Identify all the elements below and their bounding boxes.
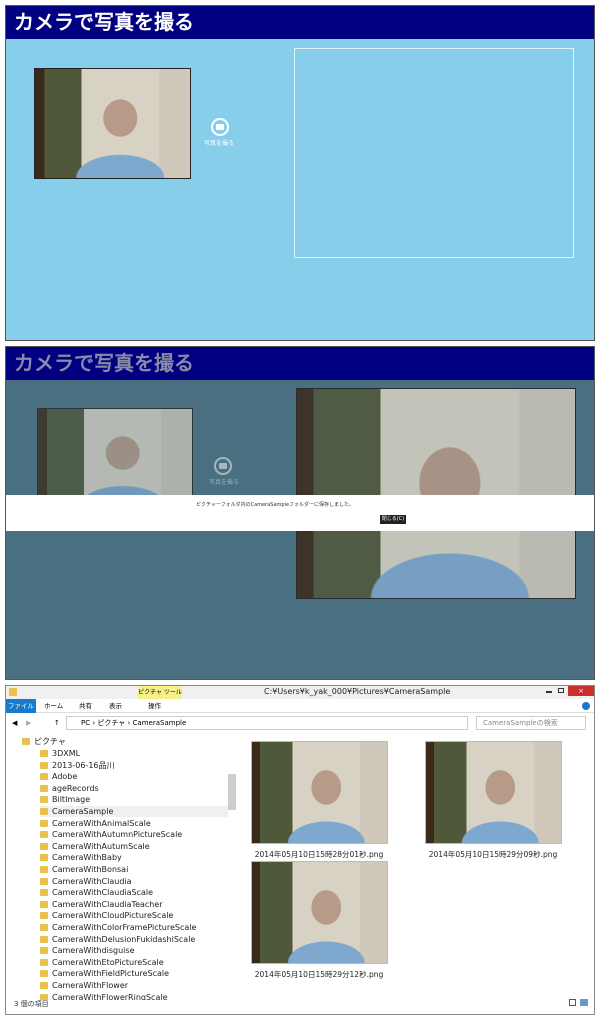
folder-icon	[40, 842, 48, 850]
back-button[interactable]: ◀	[12, 715, 17, 731]
capture-label[interactable]: 写真を撮る	[204, 138, 234, 147]
captured-photo	[296, 388, 576, 599]
tree-item[interactable]: CameraWithBonsai	[40, 864, 128, 875]
tree-item[interactable]: CameraWithDelusionFukidashiScale	[40, 934, 195, 945]
breadcrumb-camerasample[interactable]: CameraSample	[133, 719, 187, 727]
folder-icon	[40, 784, 48, 792]
tree-item[interactable]: Adobe	[40, 771, 77, 782]
search-input[interactable]: CameraSampleの検索	[476, 716, 586, 730]
forward-button[interactable]: ▶	[26, 715, 31, 731]
camera-preview	[37, 408, 193, 508]
tree-item[interactable]: CameraWithFlower	[40, 980, 128, 991]
ribbon-tabs: ファイル ホーム 共有 表示 操作	[6, 699, 594, 713]
folder-icon	[40, 773, 48, 781]
address-bar[interactable]: PC › ピクチャ › CameraSample	[66, 716, 468, 730]
context-tab-label: ピクチャ ツール	[138, 686, 182, 699]
folder-icon	[40, 935, 48, 943]
camera-icon[interactable]	[211, 118, 229, 136]
help-icon[interactable]	[582, 702, 590, 710]
folder-icon	[40, 900, 48, 908]
folder-icon	[40, 877, 48, 885]
camera-app-panel-before: カメラで写真を撮る 写真を撮る	[5, 5, 595, 341]
folder-icon	[40, 958, 48, 966]
folder-icon	[40, 924, 48, 931]
folder-icon	[40, 947, 48, 955]
folder-icon	[40, 808, 48, 815]
window-title: C:¥Users¥k_yak_000¥Pictures¥CameraSample	[264, 687, 451, 696]
tab-home[interactable]: ホーム	[44, 699, 63, 713]
app-title: カメラで写真を撮る	[6, 347, 594, 380]
folder-icon	[9, 688, 17, 696]
navigation-tree: ピクチャ 3DXML 2013-06-16品川 Adobe ageRecords Bil…	[10, 734, 238, 1000]
minimize-button[interactable]	[546, 691, 552, 693]
tree-item[interactable]: 3DXML	[40, 748, 80, 759]
camera-app-panel-after: カメラで写真を撮る 写真を撮る ピクチャーフォルダ内のCameraSampleフ…	[5, 346, 595, 680]
folder-icon	[40, 750, 48, 757]
tree-item-pictures[interactable]: ピクチャ	[22, 736, 66, 747]
folder-icon	[40, 796, 48, 804]
tree-item[interactable]: CameraWithClaudiaTeacher	[40, 899, 163, 910]
captured-photo-frame	[294, 48, 574, 258]
maximize-button[interactable]	[558, 688, 564, 693]
tree-item[interactable]: CameraWithClaudia	[40, 876, 132, 887]
tab-file[interactable]: ファイル	[6, 699, 36, 713]
capture-label: 写真を撮る	[209, 479, 240, 486]
tree-item[interactable]: ageRecords	[40, 783, 99, 794]
folder-icon	[40, 819, 48, 827]
details-view-icon[interactable]	[569, 999, 576, 1006]
tree-item[interactable]: 2013-06-16品川	[40, 760, 115, 771]
camera-icon	[214, 457, 232, 475]
tree-item[interactable]: CameraWithFlowerRingScale	[40, 992, 167, 1000]
folder-icon	[40, 831, 48, 839]
close-window-button[interactable]: ×	[568, 686, 594, 696]
tree-item[interactable]: CameraWithBaby	[40, 852, 122, 863]
folder-icon	[40, 854, 48, 862]
breadcrumb-pictures[interactable]: ピクチャ	[97, 719, 125, 727]
thumbnail-view-icon[interactable]	[580, 999, 588, 1006]
tree-item[interactable]: CameraWithdisguise	[40, 945, 135, 956]
folder-icon	[40, 970, 48, 978]
file-explorer-window: ピクチャ ツール C:¥Users¥k_yak_000¥Pictures¥Cam…	[5, 685, 595, 1015]
tree-item[interactable]: CameraWithFieldPictureScale	[40, 968, 169, 979]
folder-icon	[40, 761, 48, 769]
file-name[interactable]: 2014年05月10日15時29分12秒.png	[239, 969, 399, 980]
file-name[interactable]: 2014年05月10日15時28分01秒.png	[239, 849, 399, 860]
close-button[interactable]: 閉じる(C)	[380, 515, 406, 524]
file-thumbnail[interactable]	[251, 861, 388, 964]
title-bar: ピクチャ ツール C:¥Users¥k_yak_000¥Pictures¥Cam…	[6, 686, 594, 699]
app-title: カメラで写真を撮る	[6, 6, 594, 39]
tree-item[interactable]: BiltImage	[40, 794, 90, 805]
navigation-bar: ◀ ▶ ↑ PC › ピクチャ › CameraSample CameraSam…	[6, 715, 594, 731]
file-thumbnail[interactable]	[425, 741, 562, 844]
tab-view[interactable]: 表示	[109, 699, 122, 713]
up-button[interactable]: ↑	[54, 715, 60, 731]
dialog-message: ピクチャーフォルダ内のCameraSampleフォルダーに保存しました。	[196, 502, 355, 508]
tree-item[interactable]: CameraWithAutumScale	[40, 841, 150, 852]
file-name[interactable]: 2014年05月10日15時29分09秒.png	[413, 849, 573, 860]
tree-item[interactable]: CameraWithEtoPictureScale	[40, 957, 164, 968]
folder-icon	[40, 866, 48, 873]
tab-share[interactable]: 共有	[79, 699, 92, 713]
message-dialog: ピクチャーフォルダ内のCameraSampleフォルダーに保存しました。 閉じる…	[6, 495, 594, 531]
folder-icon	[40, 982, 48, 989]
tree-item[interactable]: CameraWithColorFramePictureScale	[40, 922, 196, 933]
tree-item[interactable]: CameraWithAnimalScale	[40, 818, 151, 829]
file-thumbnail[interactable]	[251, 741, 388, 844]
status-text: 3 個の項目	[14, 1000, 49, 1008]
tree-item[interactable]: CameraWithCloudPictureScale	[40, 910, 173, 921]
breadcrumb-pc[interactable]: PC	[81, 719, 90, 727]
tree-item[interactable]: CameraSample	[40, 806, 228, 817]
folder-icon	[40, 912, 48, 920]
tab-manage[interactable]: 操作	[148, 699, 161, 713]
tree-item[interactable]: CameraWithAutumnPictureScale	[40, 829, 182, 840]
tree-item[interactable]: CameraWithClaudiaScale	[40, 887, 153, 898]
tree-scrollbar[interactable]	[228, 774, 236, 810]
camera-preview	[34, 68, 191, 179]
folder-icon	[40, 889, 48, 897]
